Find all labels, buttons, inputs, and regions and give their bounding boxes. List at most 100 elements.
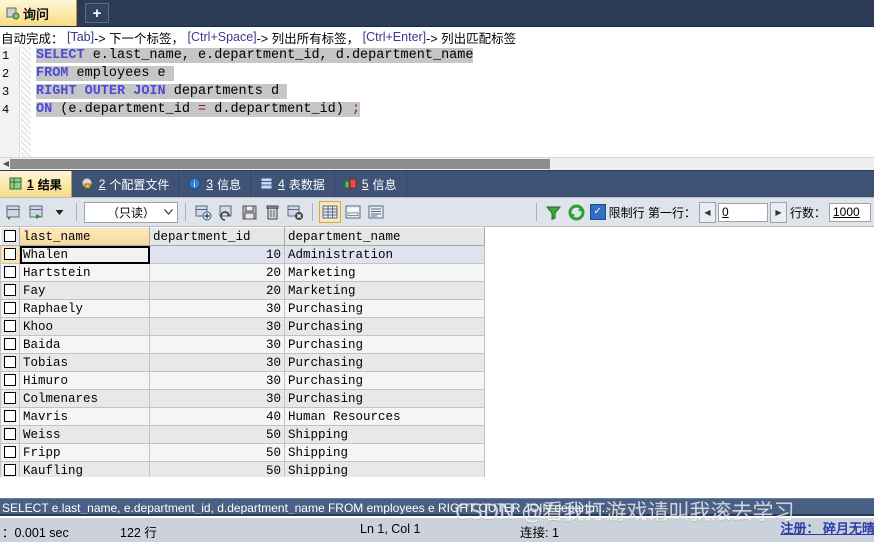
row-checkbox[interactable] bbox=[4, 410, 16, 423]
cell-department-name[interactable]: Marketing bbox=[284, 281, 485, 300]
row-checkbox[interactable] bbox=[4, 338, 16, 351]
table-row[interactable]: Himuro 30 Purchasing bbox=[0, 371, 485, 390]
cell-department-name[interactable]: Marketing bbox=[284, 263, 485, 282]
select-all-header[interactable] bbox=[0, 227, 20, 246]
cell-department-id[interactable]: 30 bbox=[149, 353, 285, 372]
cell-last-name[interactable]: Himuro bbox=[19, 371, 150, 390]
row-checkbox[interactable] bbox=[4, 464, 16, 477]
cell-last-name[interactable]: Fay bbox=[19, 281, 150, 300]
form-view-icon[interactable] bbox=[343, 202, 363, 222]
tab-info-1[interactable]: i 3 信息 bbox=[179, 171, 252, 197]
row-select-cell[interactable] bbox=[0, 443, 20, 462]
result-grid[interactable]: last_name department_id department_name … bbox=[0, 227, 874, 477]
cell-last-name[interactable]: Kaufling bbox=[19, 461, 150, 477]
scroll-thumb[interactable] bbox=[10, 159, 550, 169]
cell-department-id[interactable]: 50 bbox=[149, 425, 285, 444]
cell-department-name[interactable]: Purchasing bbox=[284, 389, 485, 408]
delete-row-icon[interactable] bbox=[262, 202, 282, 222]
select-all-checkbox[interactable] bbox=[4, 230, 16, 243]
spinner-prev-icon[interactable]: ◀ bbox=[698, 201, 716, 223]
row-checkbox[interactable] bbox=[4, 428, 16, 441]
column-header-department-id[interactable]: department_id bbox=[149, 227, 285, 246]
cell-department-id[interactable]: 10 bbox=[149, 245, 285, 264]
row-checkbox[interactable] bbox=[4, 266, 16, 279]
cell-last-name[interactable]: Baida bbox=[19, 335, 150, 354]
cell-department-id[interactable]: 30 bbox=[149, 317, 285, 336]
cell-department-id[interactable]: 30 bbox=[149, 299, 285, 318]
cancel-row-icon[interactable] bbox=[285, 202, 305, 222]
cell-department-id[interactable]: 20 bbox=[149, 281, 285, 300]
row-checkbox[interactable] bbox=[4, 284, 16, 297]
tab-table-data[interactable]: 4 表数据 bbox=[251, 171, 335, 197]
refresh-icon[interactable] bbox=[567, 202, 587, 222]
add-row-icon[interactable] bbox=[193, 202, 213, 222]
limit-rows-checkbox[interactable]: ✓ bbox=[589, 204, 606, 220]
row-select-cell[interactable] bbox=[0, 353, 20, 372]
row-select-cell[interactable] bbox=[0, 281, 20, 300]
table-row[interactable]: Fay 20 Marketing bbox=[0, 281, 485, 300]
dropdown-arrow-icon[interactable] bbox=[49, 202, 69, 222]
cell-department-id[interactable]: 30 bbox=[149, 335, 285, 354]
cell-department-id[interactable]: 40 bbox=[149, 407, 285, 426]
column-header-department-name[interactable]: department_name bbox=[284, 227, 485, 246]
table-row[interactable]: Kaufling 50 Shipping bbox=[0, 461, 485, 477]
readonly-select[interactable]: （只读） bbox=[84, 201, 178, 223]
cell-department-id[interactable]: 50 bbox=[149, 461, 285, 477]
table-row[interactable]: Raphaely 30 Purchasing bbox=[0, 299, 485, 318]
spinner-next-icon[interactable]: ▶ bbox=[769, 201, 787, 223]
row-select-cell[interactable] bbox=[0, 425, 20, 444]
tab-result[interactable]: 1 结果 bbox=[0, 171, 72, 197]
import-grid-icon[interactable] bbox=[26, 202, 46, 222]
cell-department-id[interactable]: 50 bbox=[149, 443, 285, 462]
cell-department-id[interactable]: 20 bbox=[149, 263, 285, 282]
first-row-value[interactable]: 0 bbox=[717, 202, 768, 222]
table-row[interactable]: Fripp 50 Shipping bbox=[0, 443, 485, 462]
cell-department-id[interactable]: 30 bbox=[149, 371, 285, 390]
cell-department-name[interactable]: Purchasing bbox=[284, 335, 485, 354]
cell-last-name[interactable]: Hartstein bbox=[19, 263, 150, 282]
cell-last-name[interactable]: Mavris bbox=[19, 407, 150, 426]
sql-editor[interactable]: 1 2 3 4 SELECT e.last_name, e.department… bbox=[0, 47, 874, 157]
column-header-last-name[interactable]: last_name bbox=[19, 227, 150, 246]
row-checkbox[interactable] bbox=[4, 392, 16, 405]
row-select-cell[interactable] bbox=[0, 407, 20, 426]
row-select-cell[interactable] bbox=[0, 335, 20, 354]
export-grid-icon[interactable] bbox=[3, 202, 23, 222]
cell-last-name[interactable]: Whalen bbox=[19, 245, 150, 264]
cell-department-name[interactable]: Shipping bbox=[284, 425, 485, 444]
tab-query[interactable]: 询问 bbox=[0, 0, 77, 26]
cell-department-name[interactable]: Purchasing bbox=[284, 353, 485, 372]
cell-last-name[interactable]: Weiss bbox=[19, 425, 150, 444]
row-checkbox[interactable] bbox=[4, 302, 16, 315]
row-checkbox[interactable] bbox=[4, 248, 16, 261]
row-select-cell[interactable] bbox=[0, 245, 20, 264]
cell-department-name[interactable]: Purchasing bbox=[284, 317, 485, 336]
new-tab-button[interactable]: + bbox=[85, 3, 109, 23]
cell-department-name[interactable]: Human Resources bbox=[284, 407, 485, 426]
row-select-cell[interactable] bbox=[0, 299, 20, 318]
row-select-cell[interactable] bbox=[0, 263, 20, 282]
save-icon[interactable] bbox=[239, 202, 259, 222]
table-row[interactable]: Khoo 30 Purchasing bbox=[0, 317, 485, 336]
table-row[interactable]: Whalen 10 Administration bbox=[0, 245, 485, 264]
tab-profile[interactable]: 2 个配置文件 bbox=[71, 171, 180, 197]
cell-last-name[interactable]: Khoo bbox=[19, 317, 150, 336]
table-row[interactable]: Colmenares 30 Purchasing bbox=[0, 389, 485, 408]
cell-last-name[interactable]: Fripp bbox=[19, 443, 150, 462]
cell-department-name[interactable]: Shipping bbox=[284, 461, 485, 477]
cell-last-name[interactable]: Colmenares bbox=[19, 389, 150, 408]
row-checkbox[interactable] bbox=[4, 356, 16, 369]
rows-count-value[interactable]: 1000 bbox=[829, 202, 871, 222]
cell-department-name[interactable]: Shipping bbox=[284, 443, 485, 462]
row-select-cell[interactable] bbox=[0, 371, 20, 390]
row-checkbox[interactable] bbox=[4, 374, 16, 387]
cell-department-name[interactable]: Purchasing bbox=[284, 371, 485, 390]
table-row[interactable]: Tobias 30 Purchasing bbox=[0, 353, 485, 372]
table-row[interactable]: Hartstein 20 Marketing bbox=[0, 263, 485, 282]
row-checkbox[interactable] bbox=[4, 320, 16, 333]
sql-code[interactable]: SELECT e.last_name, e.department_id, d.d… bbox=[36, 47, 874, 119]
row-select-cell[interactable] bbox=[0, 317, 20, 336]
table-row[interactable]: Weiss 50 Shipping bbox=[0, 425, 485, 444]
table-row[interactable]: Mavris 40 Human Resources bbox=[0, 407, 485, 426]
cell-department-name[interactable]: Administration bbox=[284, 245, 485, 264]
